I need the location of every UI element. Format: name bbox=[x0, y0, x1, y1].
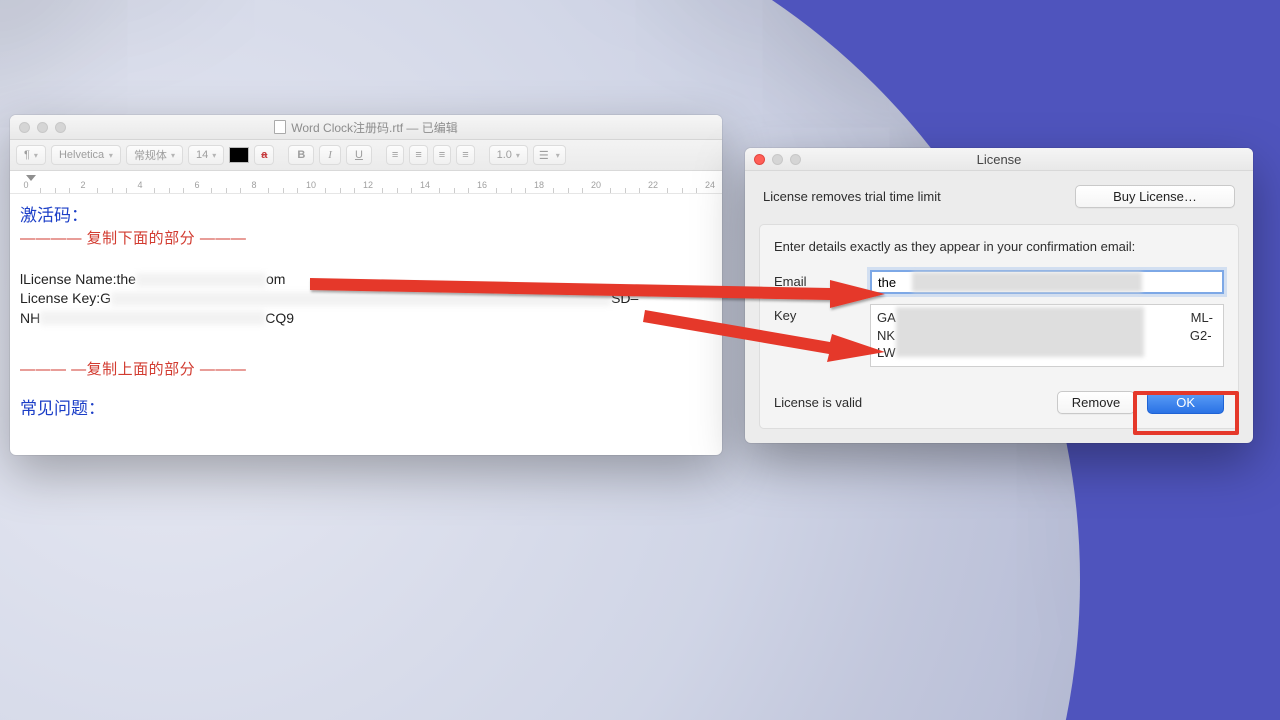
text-color-swatch[interactable] bbox=[229, 147, 249, 163]
redacted-text: x bbox=[111, 292, 611, 306]
font-family-select[interactable]: Helvetica▾ bbox=[51, 145, 121, 165]
ruler-tick: 18 bbox=[534, 180, 544, 190]
ruler-tick: 0 bbox=[23, 180, 28, 190]
ruler-tick: 12 bbox=[363, 180, 373, 190]
underline-button[interactable]: U bbox=[346, 145, 372, 165]
list-style-button[interactable]: ☰▾ bbox=[533, 145, 566, 165]
ruler-tick: 2 bbox=[80, 180, 85, 190]
paragraph-style-label: ¶ bbox=[24, 149, 30, 161]
key-line2-pre: NK bbox=[877, 328, 895, 343]
license-key-line1: License Key: G x SD– bbox=[20, 289, 712, 308]
separator-bottom: ——— —复制上面的部分 ——— bbox=[20, 360, 712, 381]
license-window: License License removes trial time limit… bbox=[745, 148, 1253, 443]
document-body[interactable]: 激活码： ———— 复制下面的部分 ——— lLicense Name: the… bbox=[10, 194, 722, 455]
heading-faq: 常见问题： bbox=[20, 397, 712, 420]
line-spacing-value: 1.0 bbox=[497, 149, 512, 161]
email-label: Email bbox=[774, 270, 870, 289]
heading-activation: 激活码： bbox=[20, 204, 712, 227]
license-entry-panel: Enter details exactly as they appear in … bbox=[759, 224, 1239, 429]
ruler-tick: 16 bbox=[477, 180, 487, 190]
license-key-prefix: G bbox=[100, 289, 111, 308]
email-input[interactable] bbox=[870, 270, 1224, 294]
license-name-prefix: the bbox=[117, 270, 136, 289]
license-key-line2-suffix: CQ9 bbox=[265, 309, 294, 328]
align-right-button[interactable]: ≡ bbox=[433, 145, 451, 165]
key-line3: LW bbox=[877, 345, 896, 360]
key-line1-pre: GA bbox=[877, 310, 896, 325]
separator-top: ———— 复制下面的部分 ——— bbox=[20, 229, 712, 250]
align-left-button[interactable]: ≡ bbox=[386, 145, 404, 165]
font-weight-select[interactable]: 常规体▾ bbox=[126, 145, 183, 165]
ruler-tick: 24 bbox=[705, 180, 715, 190]
buy-license-button[interactable]: Buy License… bbox=[1075, 185, 1235, 208]
ruler-tick: 20 bbox=[591, 180, 601, 190]
italic-button[interactable]: I bbox=[319, 145, 341, 165]
license-status: License is valid bbox=[774, 395, 862, 410]
textedit-titlebar[interactable]: Word Clock注册码.rtf — 已编辑 bbox=[10, 115, 722, 140]
license-titlebar[interactable]: License bbox=[745, 148, 1253, 171]
ruler-tick: 22 bbox=[648, 180, 658, 190]
license-window-title: License bbox=[745, 152, 1253, 167]
key-input[interactable]: GAXXXXXXXXXXXXXXXXXXXXXXXXXXXXXXXXXXML- … bbox=[870, 304, 1224, 367]
enter-details-text: Enter details exactly as they appear in … bbox=[774, 239, 1224, 254]
paragraph-style-menu[interactable]: ¶▾ bbox=[16, 145, 46, 165]
line-spacing-select[interactable]: 1.0▾ bbox=[489, 145, 528, 165]
license-key-label: License Key: bbox=[20, 289, 100, 308]
textedit-window: Word Clock注册码.rtf — 已编辑 ¶▾ Helvetica▾ 常规… bbox=[10, 115, 722, 455]
license-header-row: License removes trial time limit Buy Lic… bbox=[745, 171, 1253, 224]
license-key-line2: NH x CQ9 bbox=[20, 309, 712, 328]
ruler-tick: 10 bbox=[306, 180, 316, 190]
font-family-value: Helvetica bbox=[59, 149, 104, 161]
font-size-value: 14 bbox=[196, 149, 208, 161]
redacted-text: x bbox=[40, 311, 265, 325]
license-name-label: lLicense Name: bbox=[20, 270, 117, 289]
license-name-line: lLicense Name: the x om bbox=[20, 270, 712, 289]
document-icon bbox=[274, 120, 286, 134]
align-center-button[interactable]: ≡ bbox=[409, 145, 427, 165]
ruler-tick: 8 bbox=[251, 180, 256, 190]
window-title-text: Word Clock注册码.rtf — 已编辑 bbox=[291, 119, 457, 136]
font-size-select[interactable]: 14▾ bbox=[188, 145, 224, 165]
ruler-tick: 4 bbox=[137, 180, 142, 190]
license-name-suffix: om bbox=[266, 270, 285, 289]
key-line1-suf: ML- bbox=[1191, 310, 1213, 325]
redacted-text: x bbox=[136, 273, 266, 287]
format-toolbar: ¶▾ Helvetica▾ 常规体▾ 14▾ a B I U ≡ ≡ ≡ ≡ 1… bbox=[10, 140, 722, 171]
align-justify-button[interactable]: ≡ bbox=[456, 145, 474, 165]
ruler-tick: 14 bbox=[420, 180, 430, 190]
ruler[interactable]: 024681012141618202224 bbox=[10, 171, 722, 194]
license-description: License removes trial time limit bbox=[763, 189, 941, 204]
key-line2-suf: G2- bbox=[1190, 328, 1212, 343]
font-weight-value: 常规体 bbox=[134, 147, 167, 163]
license-key-line2-prefix: NH bbox=[20, 309, 40, 328]
remove-button[interactable]: Remove bbox=[1057, 391, 1135, 414]
strikethrough-button[interactable]: a bbox=[254, 145, 274, 165]
ok-button[interactable]: OK bbox=[1147, 391, 1224, 414]
key-label: Key bbox=[774, 304, 870, 323]
bold-button[interactable]: B bbox=[288, 145, 314, 165]
window-title: Word Clock注册码.rtf — 已编辑 bbox=[10, 119, 722, 136]
ruler-tick: 6 bbox=[194, 180, 199, 190]
license-key-mid-tail: SD– bbox=[611, 289, 638, 308]
